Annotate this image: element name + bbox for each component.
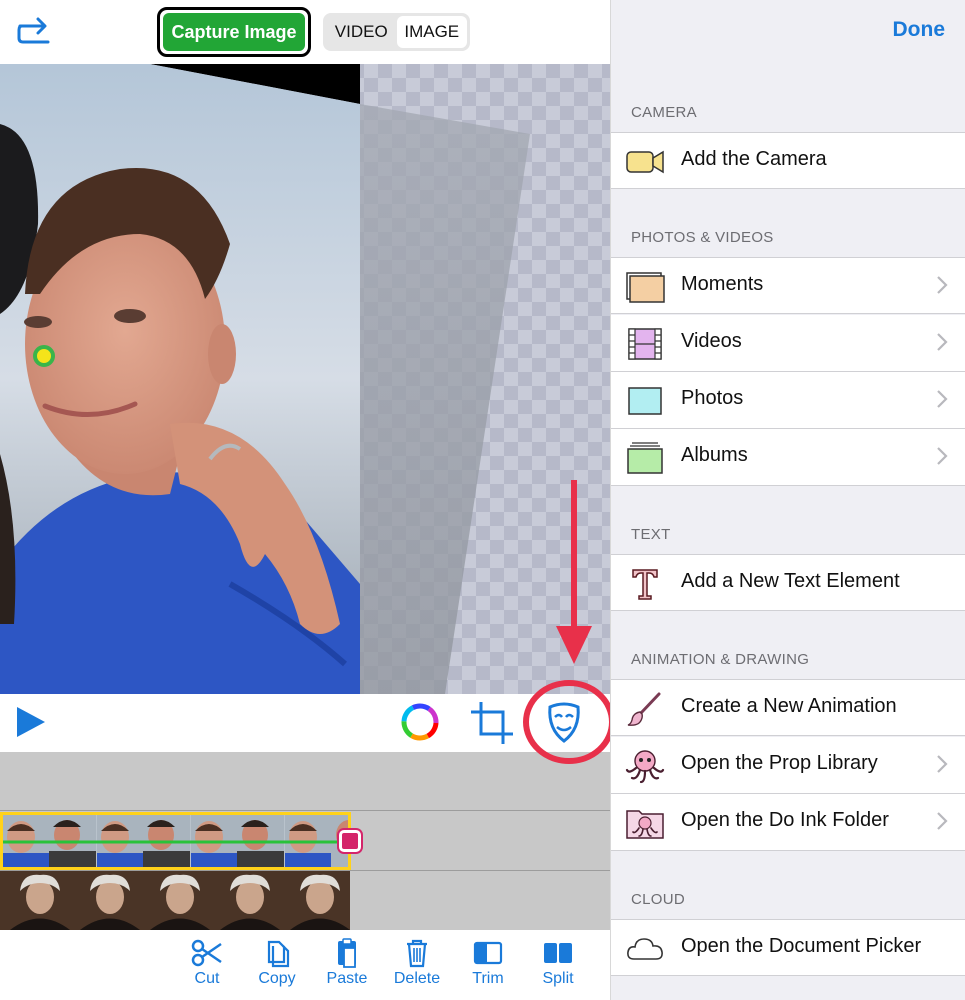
add-camera-row[interactable]: Add the Camera (611, 132, 965, 189)
video-camera-icon (626, 150, 664, 174)
videos-label: Videos (681, 330, 742, 352)
text-t-icon (632, 569, 658, 600)
videos-row[interactable]: Videos (611, 315, 965, 372)
chevron-right-icon (937, 333, 948, 351)
folder-octopus-icon (626, 810, 664, 839)
chevron-right-icon (937, 755, 948, 773)
albums-label: Albums (681, 444, 748, 466)
section-animation-drawing: ANIMATION & DRAWING (631, 651, 810, 668)
album-icon (627, 442, 663, 474)
new-text-label: Add a New Text Element (681, 570, 900, 592)
octopus-icon (625, 750, 665, 784)
doink-folder-row[interactable]: Open the Do Ink Folder (611, 794, 965, 851)
new-animation-row[interactable]: Create a New Animation (611, 679, 965, 736)
chevron-right-icon (937, 276, 948, 294)
photos-row[interactable]: Photos (611, 372, 965, 429)
annotation-circle (523, 680, 610, 764)
app-window: Capture Image VIDEO IMAGE Cut Copy Paste… (0, 0, 965, 1000)
document-picker-label: Open the Document Picker (681, 935, 922, 957)
albums-row[interactable]: Albums (611, 429, 965, 486)
chevron-right-icon (937, 447, 948, 465)
photo-icon (628, 387, 662, 415)
section-text: TEXT (631, 526, 671, 543)
chevron-right-icon (937, 812, 948, 830)
chevron-right-icon (937, 390, 948, 408)
add-media-panel: Done CAMERA Add the Camera PHOTOS & VIDE… (610, 0, 965, 1000)
photos-label: Photos (681, 387, 744, 409)
moments-icon (626, 272, 665, 303)
section-photos-videos: PHOTOS & VIDEOS (631, 229, 774, 246)
moments-row[interactable]: Moments (611, 257, 965, 314)
editor-area: Capture Image VIDEO IMAGE Cut Copy Paste… (0, 0, 610, 1000)
document-picker-row[interactable]: Open the Document Picker (611, 919, 965, 976)
film-strip-icon (628, 328, 662, 360)
prop-library-row[interactable]: Open the Prop Library (611, 737, 965, 794)
new-text-row[interactable]: Add a New Text Element (611, 554, 965, 611)
section-camera: CAMERA (631, 104, 697, 121)
prop-library-label: Open the Prop Library (681, 752, 878, 774)
add-camera-label: Add the Camera (681, 148, 827, 170)
paintbrush-icon (627, 692, 661, 726)
done-button[interactable]: Done (893, 18, 946, 42)
annotation-arrow-head (556, 626, 592, 664)
annotation-overlay (523, 480, 610, 764)
doink-folder-label: Open the Do Ink Folder (681, 809, 889, 831)
cloud-icon (627, 938, 663, 960)
moments-label: Moments (681, 273, 764, 295)
new-animation-label: Create a New Animation (681, 695, 897, 717)
section-cloud: CLOUD (631, 891, 686, 908)
